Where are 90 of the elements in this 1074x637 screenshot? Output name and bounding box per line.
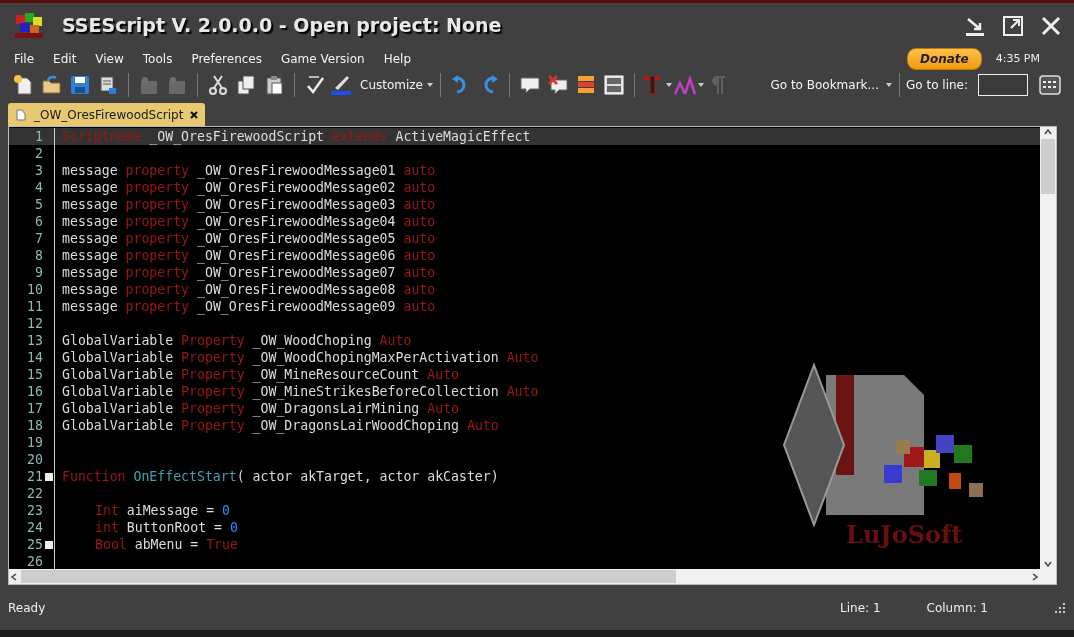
scroll-up-icon[interactable] — [1043, 127, 1053, 137]
document-tab[interactable]: _OW_OresFirewoodScript — [8, 103, 206, 126]
clock-text: 4:35 PM — [995, 50, 1040, 67]
code-line: GlobalVariable Property _OW_DragonsLairWoodChoping Auto — [61, 417, 499, 434]
line-number: 3 — [34, 162, 43, 179]
menu-item[interactable]: Help — [383, 50, 411, 68]
window-title: SSEScript V. 2.0.0.0 - Open project: None — [62, 13, 502, 39]
fold-toggle[interactable] — [44, 472, 53, 481]
line-number: 23 — [26, 502, 43, 519]
logo-text: LuJoSoft — [846, 519, 963, 551]
code-line: Function OnEffectStart( actor akTarget, actor akCaster) — [61, 468, 499, 485]
scroll-right-icon[interactable] — [1030, 571, 1040, 582]
code-line: GlobalVariable Property _OW_WoodChoping Auto — [61, 332, 412, 349]
bookmark-dropdown[interactable]: Go to Bookmark... — [770, 72, 893, 98]
line-number: 8 — [34, 247, 43, 264]
scroll-left-icon[interactable] — [9, 571, 19, 582]
scroll-down-icon[interactable] — [1043, 559, 1053, 569]
line-number: 4 — [34, 179, 43, 196]
menu-item[interactable]: File — [14, 50, 35, 68]
script-file-icon — [14, 107, 28, 122]
scrollbar-thumb[interactable] — [1041, 139, 1055, 194]
menu-item[interactable]: Game Version — [280, 50, 365, 68]
menu-item[interactable]: View — [95, 50, 124, 68]
code-line: message property _OW_OresFirewoodMessage03 auto — [61, 196, 436, 213]
line-number: 24 — [26, 519, 43, 536]
line-indicator: Line: 1 — [840, 599, 881, 617]
code-line: message property _OW_OresFirewoodMessage04 auto — [61, 213, 436, 230]
toolbar-button[interactable] — [1036, 72, 1064, 98]
maximize-icon[interactable] — [1002, 14, 1024, 37]
line-number: 5 — [34, 196, 43, 213]
caret-icon — [885, 81, 893, 89]
copy-icon — [234, 73, 258, 97]
line-number: 2 — [34, 145, 43, 162]
line-number: 7 — [34, 230, 43, 247]
open-folder-icon — [40, 73, 64, 97]
line-number: 9 — [34, 264, 43, 281]
vertical-scrollbar[interactable] — [1040, 127, 1056, 569]
code-line: message property _OW_OresFirewoodMessage08 auto — [61, 281, 436, 298]
code-line: Bool abMenu = True — [94, 536, 238, 553]
menu-item[interactable]: Tools — [142, 50, 173, 68]
fold-toggle[interactable] — [44, 540, 53, 549]
code-line: GlobalVariable Property _OW_MineStrikesBeforeCollection Auto — [61, 383, 539, 400]
line-number: 26 — [26, 553, 43, 569]
save-icon — [68, 73, 92, 97]
line-number: 17 — [26, 400, 43, 417]
line-number: 22 — [26, 485, 43, 502]
code-line: Scriptname _OW_OresFirewoodScript extends ActiveMagicEffect — [61, 128, 531, 145]
status-text: Ready — [8, 599, 46, 617]
customize-button[interactable]: Customize — [329, 72, 434, 98]
code-line: message property _OW_OresFirewoodMessage01 auto — [61, 162, 436, 179]
line-number: 21 — [26, 468, 43, 485]
code-line: message property _OW_OresFirewoodMessage06 auto — [61, 247, 436, 264]
line-number: 10 — [26, 281, 43, 298]
line-number: 14 — [26, 349, 43, 366]
line-number: 11 — [26, 298, 43, 315]
code-line: GlobalVariable Property _OW_DragonsLairMining Auto — [61, 400, 459, 417]
line-number: 20 — [26, 451, 43, 468]
line-number: 6 — [34, 213, 43, 230]
speech-bubble-icon — [546, 73, 570, 97]
line-number: 18 — [26, 417, 43, 434]
code-line: message property _OW_OresFirewoodMessage02 auto — [61, 179, 436, 196]
menu-item[interactable]: Preferences — [191, 50, 262, 68]
goto-line-label: Go to line: — [906, 77, 968, 94]
close-icon[interactable] — [1040, 14, 1062, 37]
close-icon[interactable] — [189, 109, 200, 120]
code-line: GlobalVariable Property _OW_MineResourceCount Auto — [61, 366, 459, 383]
code-line: GlobalVariable Property _OW_WoodChopingMaxPerActivation Auto — [61, 349, 539, 366]
line-number: 12 — [26, 315, 43, 332]
resize-grip-icon[interactable] — [1054, 601, 1066, 614]
scrollbar-thumb[interactable] — [21, 570, 676, 583]
line-number: 25 — [26, 536, 43, 553]
app-logo-icon — [12, 10, 46, 41]
goto-line-field[interactable] — [978, 74, 1028, 96]
line-number: 16 — [26, 383, 43, 400]
code-line: message property _OW_OresFirewoodMessage05 auto — [61, 230, 436, 247]
line-number: 19 — [26, 434, 43, 451]
grid-icon — [1038, 74, 1062, 96]
code-line: message property _OW_OresFirewoodMessage07 auto — [61, 264, 436, 281]
code-line: message property _OW_OresFirewoodMessage09 auto — [61, 298, 436, 315]
line-number: 13 — [26, 332, 43, 349]
donate-button[interactable]: Donate — [906, 48, 982, 70]
code-line: Int aiMessage = 0 — [94, 502, 230, 519]
menu-item[interactable]: Edit — [53, 50, 77, 68]
column-indicator: Column: 1 — [926, 599, 988, 617]
brush-icon — [329, 73, 353, 97]
line-number: 15 — [26, 366, 43, 383]
split-window-icon — [602, 73, 626, 97]
cut-icon — [206, 73, 230, 97]
code-line: int ButtonRoot = 0 — [94, 519, 238, 536]
line-number: 1 — [34, 128, 43, 145]
